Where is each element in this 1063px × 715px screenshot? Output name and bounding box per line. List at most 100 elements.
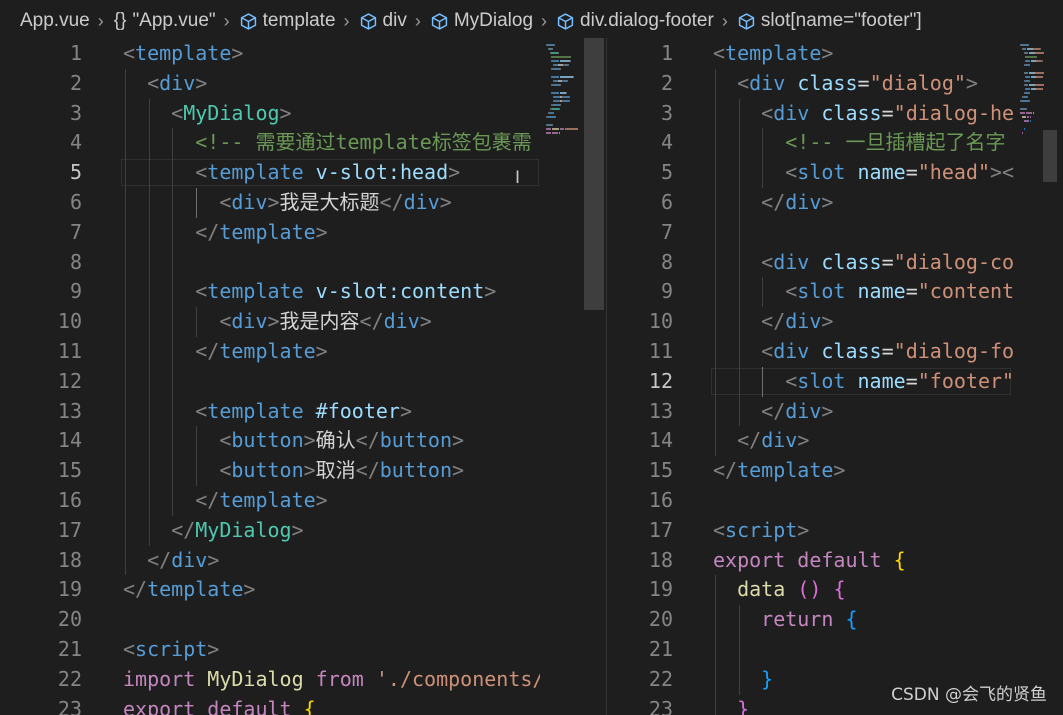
- minimap-line: [1029, 64, 1030, 66]
- breadcrumb-label: slot[name="footer"]: [760, 10, 922, 31]
- code-line[interactable]: 20: [0, 605, 606, 635]
- minimap-line: [560, 104, 561, 106]
- code-text: <div class="dialog">: [713, 69, 978, 99]
- line-number: 4: [69, 130, 82, 155]
- code-text: <!-- 需要通过template标签包裹需: [123, 128, 532, 158]
- code-area-right[interactable]: 1 <template> 2 <div class="dialog"> 3 <div …: [607, 38, 1063, 715]
- breadcrumb-item[interactable]: div: [360, 10, 407, 32]
- code-line[interactable]: 6 <div>我是大标题</div>: [0, 188, 606, 218]
- code-line[interactable]: 3 <MyDialog>: [0, 99, 606, 129]
- code-line[interactable]: 17 <script>: [607, 516, 1063, 546]
- editor-pane-right[interactable]: 1 <template> 2 <div class="dialog"> 3 <div …: [606, 38, 1063, 715]
- breadcrumb-item[interactable]: App.vue: [20, 10, 90, 32]
- minimap-line: [1020, 112, 1025, 114]
- code-token: </: [123, 577, 148, 602]
- code-line[interactable]: 1 <template>: [0, 39, 606, 69]
- code-line[interactable]: 6 </div>: [607, 188, 1063, 218]
- code-line[interactable]: 13 <template #footer>: [0, 397, 606, 427]
- code-token: div: [383, 309, 420, 334]
- code-line[interactable]: 23 export default {: [0, 695, 606, 715]
- code-text: <div class="dialog-fo: [713, 337, 1014, 367]
- code-area-left[interactable]: 1 <template> 2 <div> 3 <MyDialog> 4 <!-- 需要通…: [0, 38, 606, 715]
- code-token: div: [403, 190, 440, 214]
- symbol-cube-icon: [738, 12, 755, 30]
- code-token: template: [725, 41, 822, 65]
- code-token: </: [195, 488, 220, 512]
- breadcrumb-item[interactable]: {} "App.vue": [114, 10, 216, 32]
- code-line[interactable]: 22 import MyDialog from './components/: [0, 665, 606, 695]
- minimap-line: [1024, 120, 1029, 122]
- line-number: 21: [648, 637, 673, 661]
- minimap-line: [1026, 112, 1032, 114]
- code-token: <: [713, 517, 726, 542]
- code-line[interactable]: 14 </div>: [607, 426, 1063, 456]
- code-token: (): [797, 577, 822, 602]
- code-line[interactable]: 12 <slot name="footer": [607, 367, 1063, 397]
- code-line[interactable]: 21: [607, 635, 1063, 665]
- breadcrumb-item[interactable]: slot[name="footer"]: [738, 10, 922, 32]
- breadcrumb-item[interactable]: div.dialog-footer: [557, 10, 714, 32]
- minimap-line: [559, 108, 560, 110]
- code-token: <: [219, 458, 232, 483]
- code-line[interactable]: 8 <div class="dialog-co: [607, 248, 1063, 278]
- code-line[interactable]: 2 <div>: [0, 69, 606, 99]
- code-line[interactable]: 12: [0, 367, 606, 397]
- code-token: >: [231, 41, 244, 65]
- code-line[interactable]: 14 <button>确认</button>: [0, 426, 606, 456]
- code-line[interactable]: 17 </MyDialog>: [0, 516, 606, 546]
- code-line[interactable]: 21 <script>: [0, 635, 606, 665]
- code-line[interactable]: 15 </template>: [607, 456, 1063, 486]
- code-line[interactable]: 4 <!-- 一旦插槽起了名字: [607, 128, 1063, 158]
- code-line[interactable]: 3 <div class="dialog-he: [607, 99, 1063, 129]
- minimap-line: [567, 80, 568, 82]
- code-line[interactable]: 7 </template>: [0, 218, 606, 248]
- code-line[interactable]: 8: [0, 248, 606, 278]
- editor-pane-left[interactable]: 1 <template> 2 <div> 3 <MyDialog> 4 <!-- 需要通…: [0, 38, 606, 715]
- code-token: =: [881, 100, 894, 125]
- code-token: MyDialog: [207, 666, 304, 691]
- code-line[interactable]: 4 <!-- 需要通过template标签包裹需: [0, 128, 606, 158]
- code-line[interactable]: 18 </div>: [0, 546, 606, 576]
- breadcrumb-item[interactable]: template: [240, 10, 336, 32]
- scrollbar-right[interactable]: [1043, 130, 1057, 182]
- line-number: 22: [648, 666, 673, 691]
- code-token: div: [761, 428, 798, 453]
- code-line[interactable]: 19 </template>: [0, 575, 606, 605]
- code-line[interactable]: 20 return {: [607, 605, 1063, 635]
- mouse-cursor-icon: I: [515, 168, 521, 188]
- minimap-line: [1028, 44, 1029, 46]
- code-line[interactable]: 15 <button>取消</button>: [0, 456, 606, 486]
- minimap-line: [1033, 112, 1034, 114]
- minimap-line: [1041, 60, 1043, 62]
- code-text: </MyDialog>: [123, 516, 303, 546]
- code-text: <MyDialog>: [123, 99, 291, 129]
- code-text: }: [713, 695, 749, 715]
- code-line[interactable]: 2 <div class="dialog">: [607, 69, 1063, 99]
- code-line[interactable]: 11 </template>: [0, 337, 606, 367]
- code-token: class: [821, 249, 882, 274]
- code-line[interactable]: 13 </div>: [607, 397, 1063, 427]
- minimap-line: [546, 128, 551, 130]
- code-line[interactable]: 19 data () {: [607, 575, 1063, 605]
- scrollbar-left[interactable]: [584, 38, 604, 310]
- code-line[interactable]: 1 <template>: [607, 39, 1063, 69]
- code-line[interactable]: 5 <slot name="head"><: [607, 158, 1063, 188]
- code-line[interactable]: 11 <div class="dialog-fo: [607, 337, 1063, 367]
- code-token: >: [315, 488, 328, 512]
- code-line[interactable]: 16 </template>: [0, 486, 606, 516]
- code-line[interactable]: 16: [607, 486, 1063, 516]
- breadcrumb-item[interactable]: MyDialog: [431, 10, 533, 32]
- minimap-line: [553, 112, 554, 114]
- code-line[interactable]: 10 </div>: [607, 307, 1063, 337]
- code-line[interactable]: 9 <slot name="content: [607, 277, 1063, 307]
- code-line[interactable]: 7: [607, 218, 1063, 248]
- code-line[interactable]: 9 <template v-slot:content>: [0, 277, 606, 307]
- code-token: div: [785, 190, 822, 214]
- code-line[interactable]: 10 <div>我是内容</div>: [0, 307, 606, 337]
- code-line[interactable]: 18 export default {: [607, 546, 1063, 576]
- code-text: <button>取消</button>: [123, 456, 464, 486]
- minimap-left[interactable]: [540, 38, 584, 715]
- code-token: </: [195, 219, 220, 244]
